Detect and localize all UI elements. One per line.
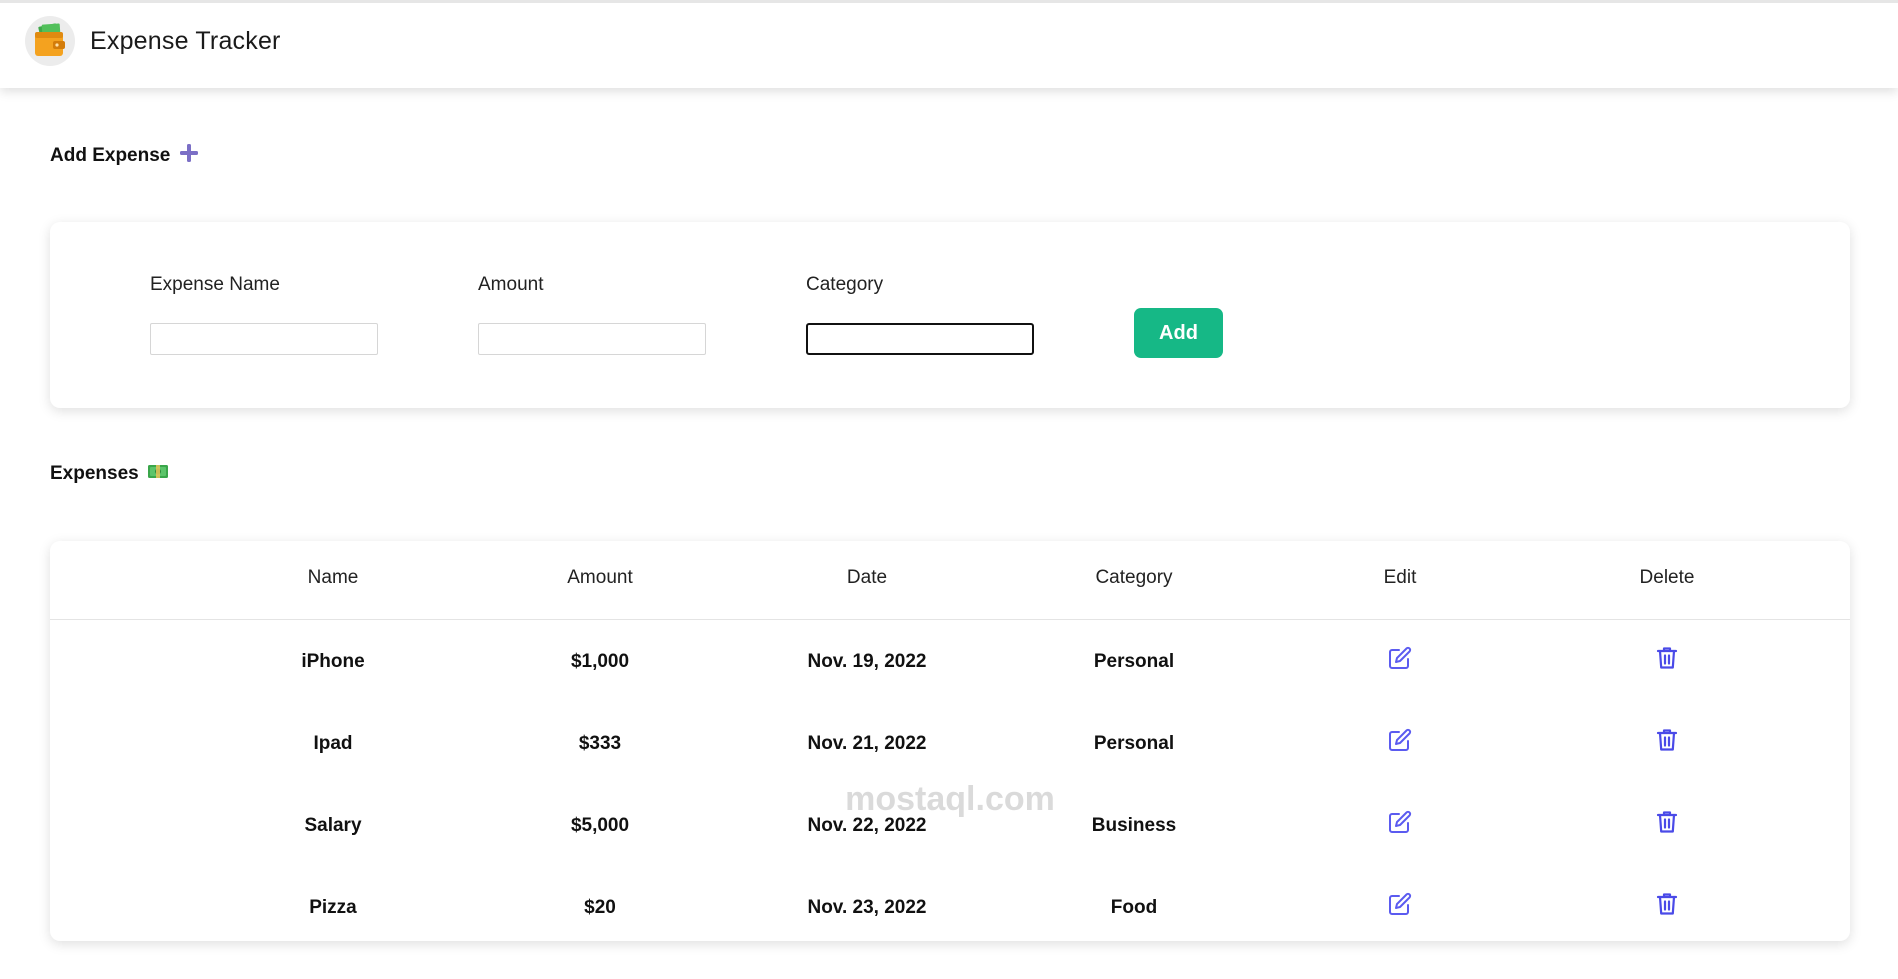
add-expense-form: Expense Name Amount Category Add bbox=[50, 222, 1850, 408]
expense-date-cell: Nov. 19, 2022 bbox=[807, 651, 927, 672]
column-header-edit: Edit bbox=[1383, 567, 1417, 588]
expense-name-label: Expense Name bbox=[150, 274, 280, 295]
delete-cell bbox=[1547, 727, 1787, 753]
edit-cell bbox=[1280, 891, 1520, 917]
expenses-heading: Expenses bbox=[50, 462, 169, 486]
expense-category-cell: Food bbox=[1110, 897, 1158, 918]
column-header-category: Category bbox=[1095, 567, 1173, 588]
top-navbar: Expense Tracker bbox=[0, 0, 1898, 88]
expense-category-cell: Business bbox=[1091, 815, 1177, 836]
amount-label: Amount bbox=[478, 274, 544, 295]
table-row: Salary $5,000 Nov. 22, 2022 Business bbox=[50, 810, 1850, 897]
expense-name-input[interactable] bbox=[150, 323, 378, 355]
trash-icon[interactable] bbox=[1654, 645, 1680, 671]
edit-cell bbox=[1280, 809, 1520, 835]
table-row: iPhone $1,000 Nov. 19, 2022 Personal bbox=[50, 646, 1850, 733]
delete-cell bbox=[1547, 891, 1787, 917]
trash-icon[interactable] bbox=[1654, 891, 1680, 917]
column-header-name: Name bbox=[307, 567, 359, 588]
expense-category-cell: Personal bbox=[1093, 733, 1175, 754]
table-row: Pizza $20 Nov. 23, 2022 Food bbox=[50, 892, 1850, 979]
expenses-title: Expenses bbox=[50, 463, 139, 484]
column-header-amount: Amount bbox=[567, 567, 633, 588]
category-label: Category bbox=[806, 274, 884, 295]
edit-cell bbox=[1280, 645, 1520, 671]
add-expense-heading: Add Expense bbox=[50, 142, 200, 170]
expense-amount-cell: $5,000 bbox=[570, 815, 630, 836]
column-header-date: Date bbox=[846, 567, 888, 588]
expense-name-cell: iPhone bbox=[301, 651, 365, 672]
expense-name-cell: Salary bbox=[304, 815, 362, 836]
table-header: Name Amount Date Category Edit Delete bbox=[50, 541, 1850, 620]
add-expense-title: Add Expense bbox=[50, 145, 171, 166]
add-button[interactable]: Add bbox=[1134, 308, 1223, 358]
expense-amount-cell: $1,000 bbox=[570, 651, 630, 672]
expense-date-cell: Nov. 22, 2022 bbox=[807, 815, 927, 836]
trash-icon[interactable] bbox=[1654, 809, 1680, 835]
table-row: Ipad $333 Nov. 21, 2022 Personal bbox=[50, 728, 1850, 815]
expense-name-cell: Pizza bbox=[309, 897, 357, 918]
plus-icon[interactable] bbox=[178, 142, 200, 170]
app-title: Expense Tracker bbox=[90, 27, 281, 55]
edit-icon[interactable] bbox=[1387, 809, 1413, 835]
wallet-money-icon[interactable] bbox=[25, 16, 75, 66]
delete-cell bbox=[1547, 645, 1787, 671]
edit-cell bbox=[1280, 727, 1520, 753]
expense-amount-cell: $20 bbox=[584, 897, 616, 918]
delete-cell bbox=[1547, 809, 1787, 835]
money-icon bbox=[147, 462, 169, 486]
expense-name-cell: Ipad bbox=[313, 733, 353, 754]
trash-icon[interactable] bbox=[1654, 727, 1680, 753]
amount-input[interactable] bbox=[478, 323, 706, 355]
edit-icon[interactable] bbox=[1387, 727, 1413, 753]
expenses-table: Name Amount Date Category Edit Delete iP… bbox=[50, 541, 1850, 941]
edit-icon[interactable] bbox=[1387, 645, 1413, 671]
expense-date-cell: Nov. 21, 2022 bbox=[807, 733, 927, 754]
column-header-delete: Delete bbox=[1639, 567, 1695, 588]
expense-amount-cell: $333 bbox=[578, 733, 622, 754]
expense-category-cell: Personal bbox=[1093, 651, 1175, 672]
category-input[interactable] bbox=[806, 323, 1034, 355]
expense-date-cell: Nov. 23, 2022 bbox=[807, 897, 927, 918]
edit-icon[interactable] bbox=[1387, 891, 1413, 917]
